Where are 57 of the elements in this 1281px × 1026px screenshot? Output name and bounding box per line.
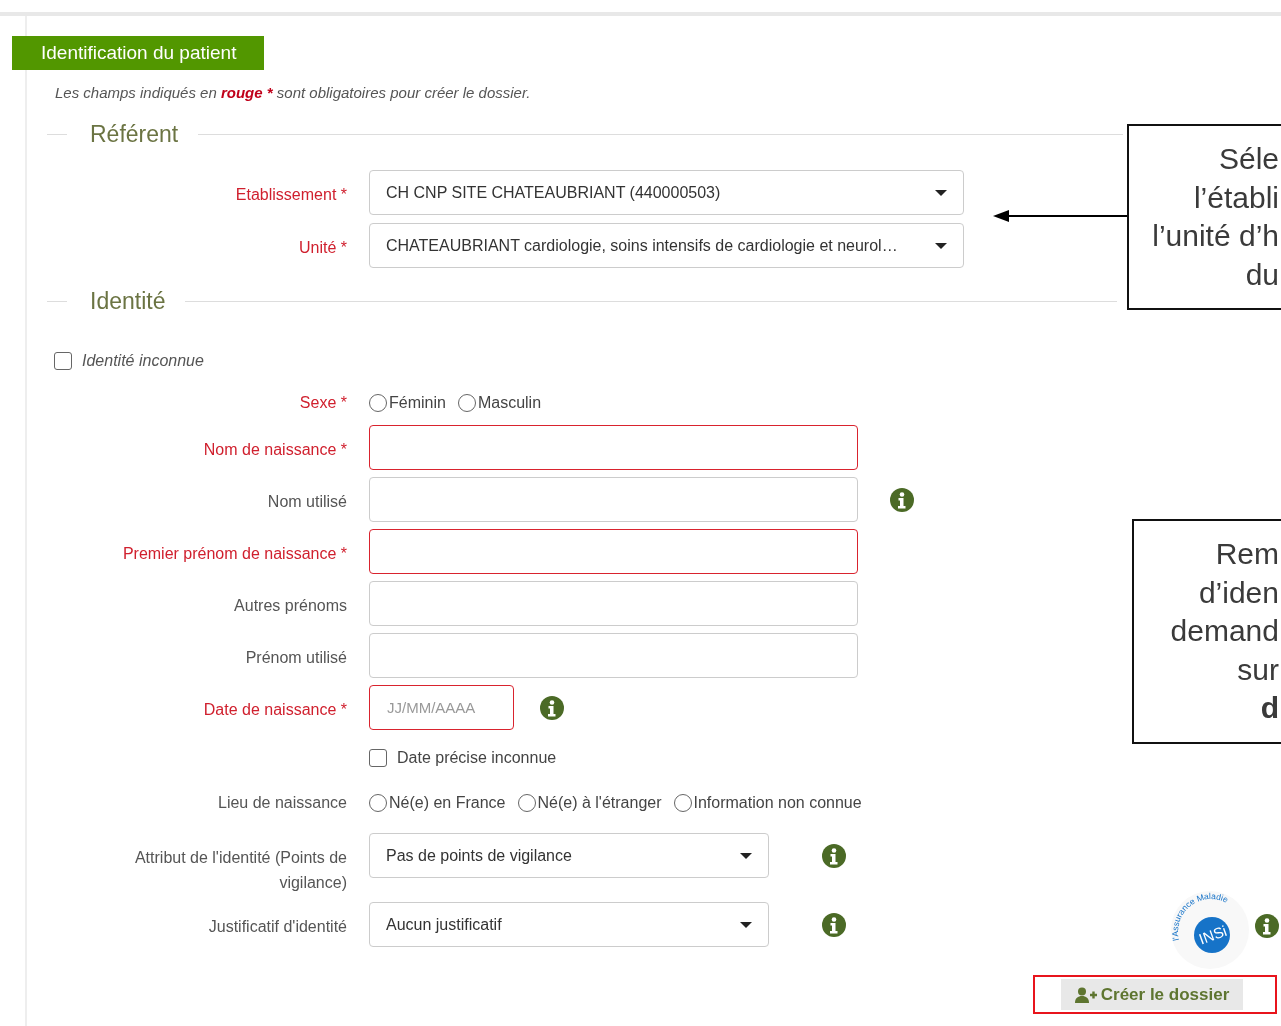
- info-icon[interactable]: [821, 911, 847, 938]
- radio-button[interactable]: [673, 794, 692, 812]
- radio-button[interactable]: [517, 794, 536, 812]
- dropdown[interactable]: CH CNP SITE CHATEAUBRIANT (440000503): [369, 170, 964, 215]
- radio-label: Né(e) à l'étranger: [537, 794, 662, 812]
- date-field[interactable]: JJ/MM/AAAA: [369, 685, 514, 730]
- radio-button[interactable]: [369, 794, 387, 812]
- callout-text: l’unité d’h: [1151, 218, 1279, 254]
- field-label: Nom de naissance *: [203, 440, 347, 460]
- callout-text: l’établi: [1192, 179, 1279, 216]
- required-fields-notice: Les champs indiqués en rouge * sont obligatoires pour créer le dossier.: [55, 84, 532, 101]
- section-legend: Identité: [90, 288, 166, 315]
- field-label: Nom utilisé: [267, 492, 347, 512]
- checkbox[interactable]: [369, 749, 387, 767]
- dropdown[interactable]: Pas de points de vigilance: [369, 833, 769, 878]
- radio-label: Masculin: [477, 394, 542, 412]
- radio-button[interactable]: [369, 394, 387, 412]
- create-file-button[interactable]: Créer le dossier: [1061, 979, 1243, 1010]
- checkbox[interactable]: [54, 352, 72, 370]
- callout-text: Séle: [1217, 141, 1279, 177]
- callout-text: du: [1244, 256, 1279, 293]
- text-field[interactable]: [369, 529, 858, 574]
- section-legend: Référent: [90, 121, 179, 148]
- caret-icon: [935, 189, 947, 196]
- field-label: Attribut de l'identité (Points de vigilance): [133, 848, 347, 893]
- callout-text: d’iden: [1197, 574, 1279, 611]
- field-label: Etablissement *: [235, 185, 347, 205]
- dropdown[interactable]: CHATEAUBRIANT cardiologie, soins intensifs de cardiologie et neurol…: [369, 223, 964, 268]
- field-label: Justificatif d'identité: [208, 917, 347, 937]
- info-icon[interactable]: [1254, 913, 1280, 939]
- radio-button[interactable]: [457, 394, 476, 412]
- caret-icon: [740, 921, 752, 928]
- radio-label: Information non connue: [693, 794, 862, 812]
- caret-icon: [740, 852, 752, 859]
- info-icon[interactable]: [889, 486, 915, 513]
- field-label: Premier prénom de naissance *: [122, 544, 347, 564]
- field-label: Prénom utilisé: [245, 648, 347, 668]
- field-label: Date de naissance *: [203, 700, 347, 720]
- user-add-icon: [1074, 986, 1097, 1003]
- field-label: Sexe *: [299, 393, 347, 413]
- callout-text: demand: [1169, 613, 1279, 649]
- caret-icon: [935, 242, 947, 249]
- field-label: Autres prénoms: [234, 596, 347, 616]
- checkbox-label: Identité inconnue: [82, 352, 204, 370]
- text-field[interactable]: [369, 425, 858, 470]
- field-label: Unité *: [298, 238, 347, 258]
- callout-text: Rem: [1214, 536, 1279, 572]
- dropdown[interactable]: Aucun justificatif: [369, 902, 769, 947]
- callout-text: sur: [1236, 651, 1279, 688]
- info-icon[interactable]: [539, 694, 565, 721]
- callout-text: d: [1259, 690, 1279, 726]
- radio-label: Féminin: [389, 394, 446, 412]
- field-label: Lieu de naissance: [218, 793, 347, 813]
- section-header: Identification du patient: [12, 36, 265, 70]
- radio-label: Né(e) en France: [389, 794, 506, 812]
- info-icon[interactable]: [821, 842, 847, 869]
- checkbox-label: Date précise inconnue: [397, 749, 557, 767]
